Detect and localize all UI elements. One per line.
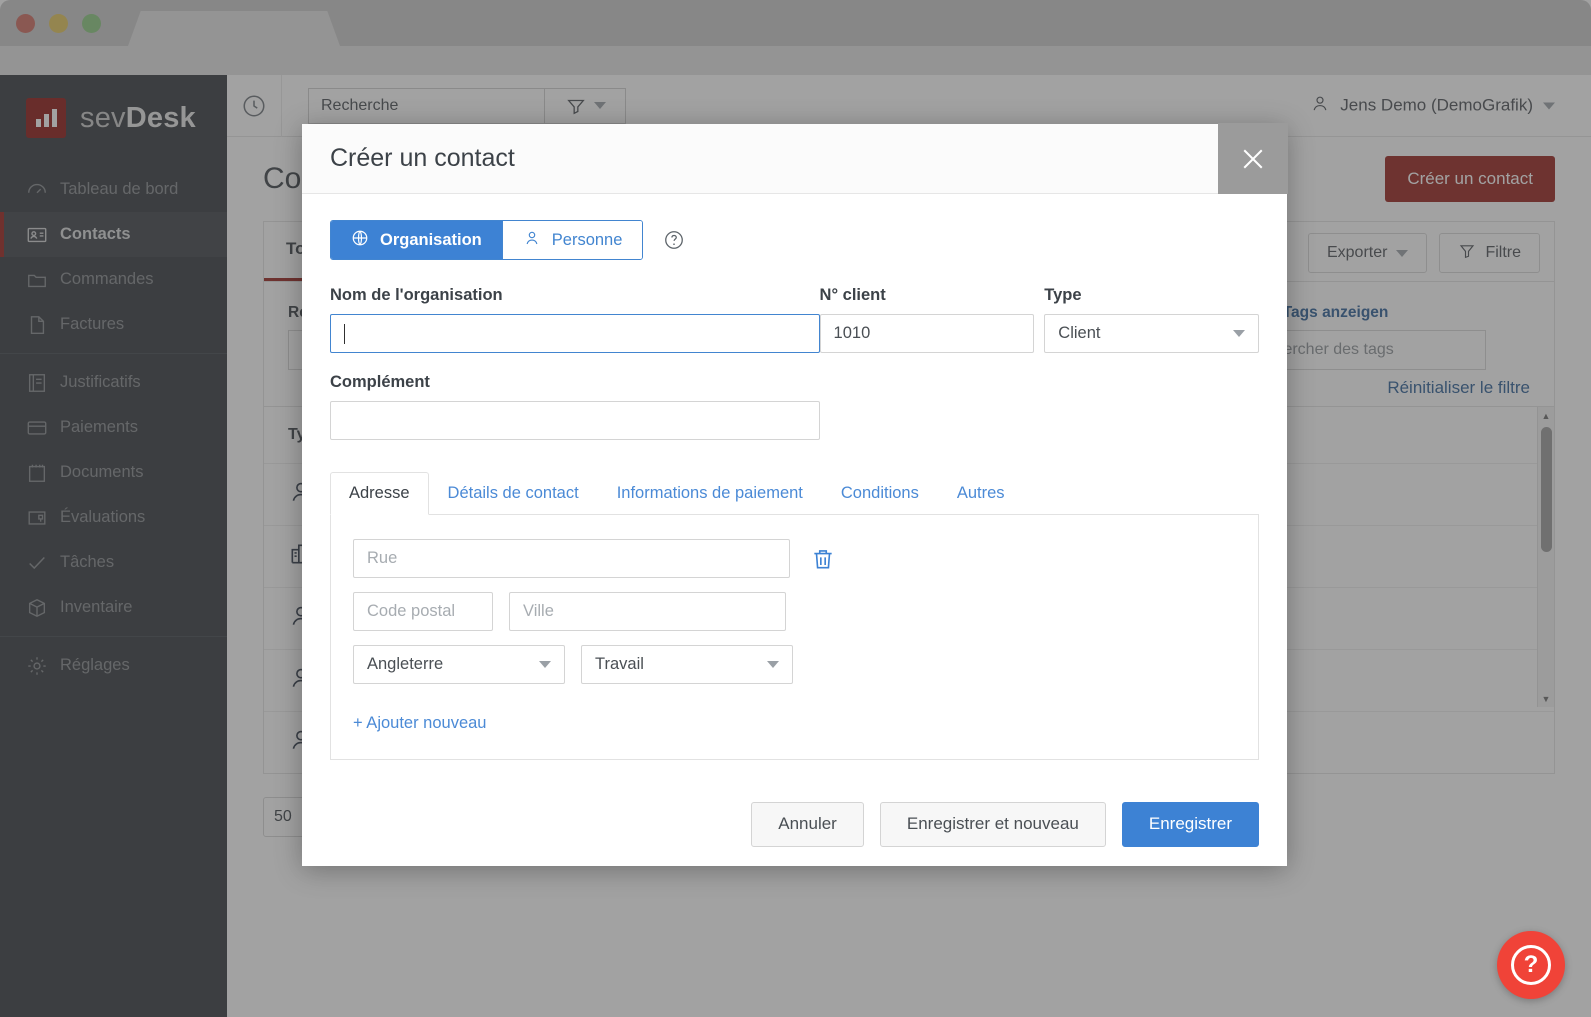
text-caret xyxy=(344,323,345,344)
address-kind-value: Travail xyxy=(595,655,644,673)
tab-autres[interactable]: Autres xyxy=(938,472,1024,515)
cancel-button[interactable]: Annuler xyxy=(751,801,864,847)
dialog-tabs-section: Adresse Détails de contact Informations … xyxy=(330,472,1259,760)
street-input[interactable]: Rue xyxy=(353,539,790,578)
organisation-name-group: Nom de l'organisation Complément xyxy=(330,286,820,440)
dialog-tabs: Adresse Détails de contact Informations … xyxy=(330,472,1259,515)
city-input[interactable]: Ville xyxy=(509,592,786,631)
create-contact-dialog: Créer un contact Organisation Personne N… xyxy=(302,123,1288,866)
zip-input[interactable]: Code postal xyxy=(353,592,493,631)
contact-type-label: Type xyxy=(1044,286,1082,304)
contact-type-select[interactable]: Client xyxy=(1044,314,1260,353)
chevron-down-icon xyxy=(1233,330,1246,337)
dialog-header: Créer un contact xyxy=(302,123,1288,194)
toggle-organisation-button[interactable]: Organisation xyxy=(331,221,502,259)
question-circle-icon[interactable] xyxy=(663,229,685,251)
client-number-input[interactable]: 1010 xyxy=(819,314,1035,353)
address-select-row: Angleterre Travail xyxy=(353,645,1236,684)
address-tab-panel: Rue Code postal Ville Angleterre Travail xyxy=(330,515,1259,760)
add-new-address-link[interactable]: + Ajouter nouveau xyxy=(353,714,486,733)
country-value: Angleterre xyxy=(367,655,444,673)
tab-adresse[interactable]: Adresse xyxy=(330,472,429,515)
contact-type-group: Type Client xyxy=(1044,286,1260,440)
globe-icon xyxy=(351,229,369,252)
tab-conditions[interactable]: Conditions xyxy=(822,472,938,515)
close-icon[interactable] xyxy=(1218,123,1288,194)
toggle-personne-button[interactable]: Personne xyxy=(501,221,643,259)
dialog-footer: Annuler Enregistrer et nouveau Enregistr… xyxy=(302,782,1287,866)
save-and-new-button[interactable]: Enregistrer et nouveau xyxy=(879,801,1106,847)
dialog-title: Créer un contact xyxy=(330,144,515,172)
address-city-row: Code postal Ville xyxy=(353,592,1236,631)
client-number-group: N° client 1010 xyxy=(819,286,1035,440)
question-mark-icon: ? xyxy=(1511,945,1551,985)
person-icon xyxy=(523,229,541,252)
chevron-down-icon xyxy=(767,661,779,668)
chevron-down-icon xyxy=(539,661,551,668)
tab-informations-de-paiement[interactable]: Informations de paiement xyxy=(598,472,822,515)
contact-main-fields: Nom de l'organisation Complément N° clie… xyxy=(330,286,1260,440)
help-button[interactable]: ? xyxy=(1497,931,1565,999)
save-button[interactable]: Enregistrer xyxy=(1121,801,1259,847)
toggle-personne-label: Personne xyxy=(551,230,623,249)
address-kind-select[interactable]: Travail xyxy=(581,645,793,684)
organisation-name-input[interactable] xyxy=(330,314,820,353)
segmented-control: Organisation Personne xyxy=(330,220,644,260)
address-street-row: Rue xyxy=(353,539,1236,578)
contact-type-value: Client xyxy=(1058,324,1101,342)
complement-input[interactable] xyxy=(330,401,820,440)
organisation-name-label: Nom de l'organisation xyxy=(330,286,503,304)
contact-type-toggle: Organisation Personne xyxy=(330,220,1259,260)
toggle-organisation-label: Organisation xyxy=(380,230,482,249)
client-number-label: N° client xyxy=(819,286,886,304)
complement-label: Complément xyxy=(330,373,430,391)
dialog-body: Organisation Personne Nom de l'organisat… xyxy=(302,194,1287,440)
country-select[interactable]: Angleterre xyxy=(353,645,565,684)
trash-icon[interactable] xyxy=(810,546,836,572)
tab-details-de-contact[interactable]: Détails de contact xyxy=(429,472,598,515)
